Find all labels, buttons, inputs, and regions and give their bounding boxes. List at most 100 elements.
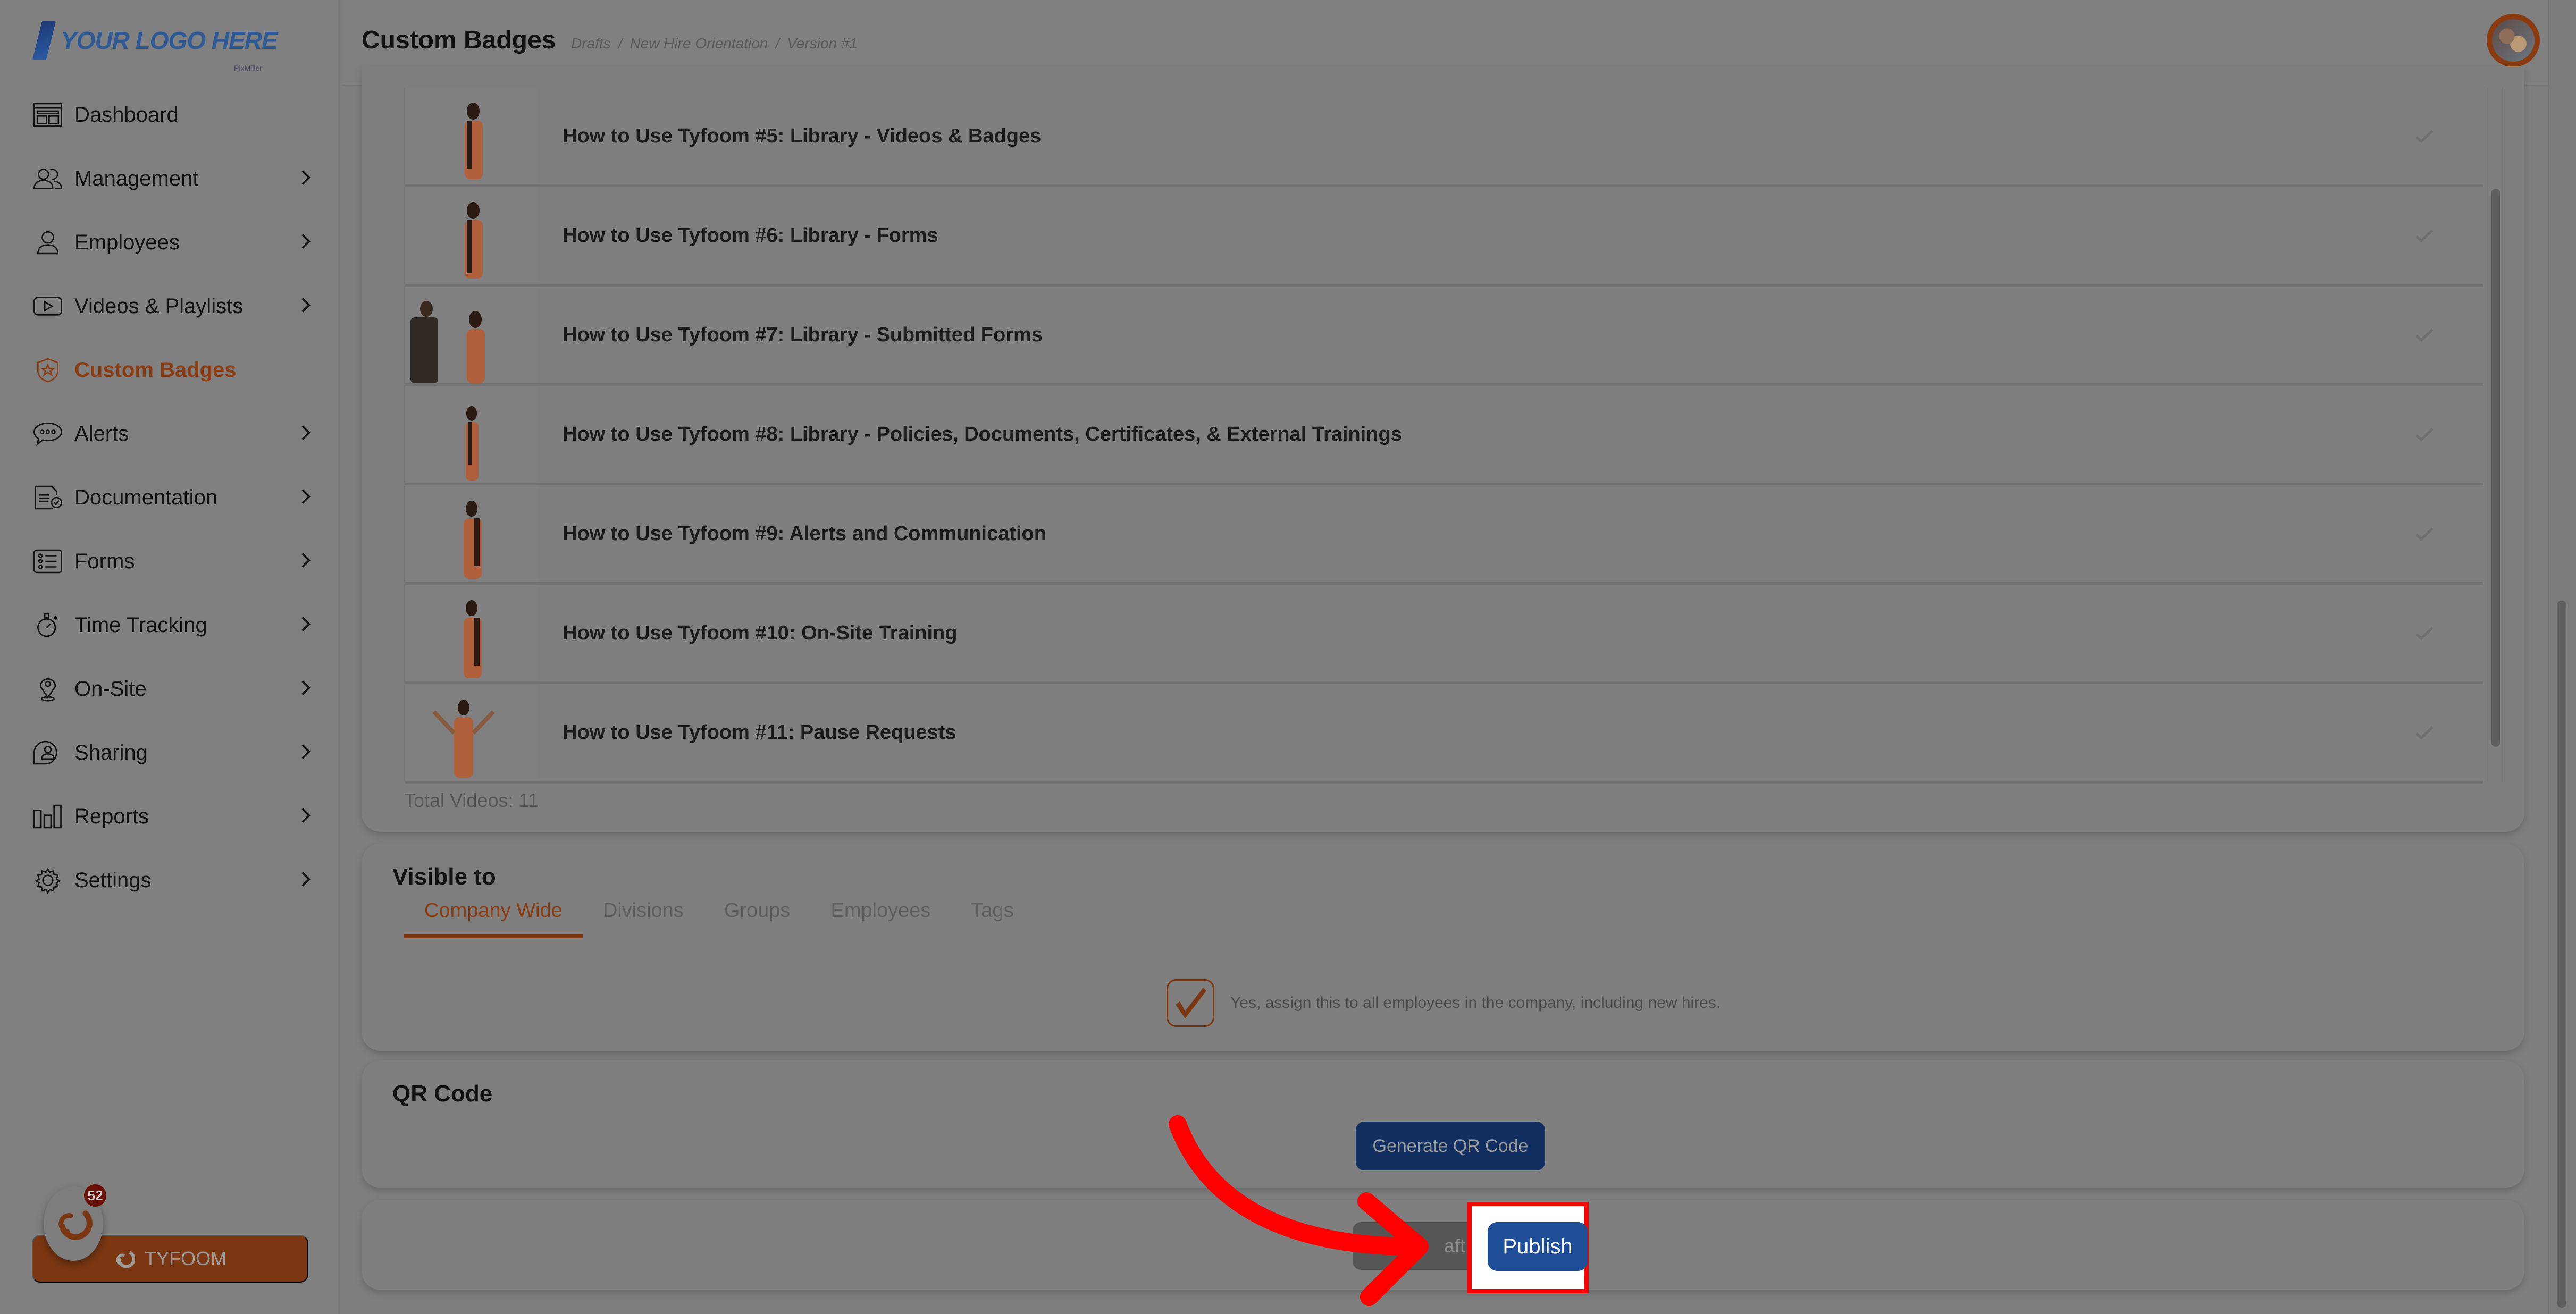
video-title: How to Use Tyfoom #6: Library - Forms bbox=[563, 224, 938, 247]
tab-employees[interactable]: Employees bbox=[810, 899, 951, 938]
company-logo[interactable]: YOUR LOGO HERE bbox=[32, 21, 278, 60]
breadcrumb-new-hire-orientation[interactable]: New Hire Orientation bbox=[630, 35, 768, 52]
visibility-tabs: Company Wide Divisions Groups Employees … bbox=[404, 899, 1034, 938]
tab-tags[interactable]: Tags bbox=[951, 899, 1034, 938]
dashboard-icon bbox=[32, 101, 64, 129]
breadcrumb-drafts[interactable]: Drafts bbox=[571, 35, 611, 52]
video-row[interactable]: How to Use Tyfoom #8: Library - Policies… bbox=[405, 386, 2483, 485]
sidebar-item-label: Forms bbox=[74, 549, 135, 573]
visible-to-title: Visible to bbox=[392, 864, 496, 890]
sidebar-item-label: Custom Badges bbox=[74, 358, 237, 382]
checkmark-icon bbox=[2409, 327, 2440, 342]
videos-card: How to Use Tyfoom #5: Library - Videos &… bbox=[362, 66, 2524, 832]
breadcrumb-version: Version #1 bbox=[787, 35, 858, 52]
logo-text: YOUR LOGO HERE bbox=[61, 27, 278, 54]
sidebar-item-videos-playlists[interactable]: Videos & Playlists bbox=[0, 274, 340, 338]
checkmark-icon bbox=[2409, 129, 2440, 144]
scrollbar-thumb[interactable] bbox=[2491, 189, 2500, 747]
video-thumbnail bbox=[405, 187, 538, 284]
tab-company-wide[interactable]: Company Wide bbox=[404, 899, 583, 938]
sidebar-item-label: Settings bbox=[74, 868, 152, 892]
tab-divisions[interactable]: Divisions bbox=[583, 899, 704, 938]
sidebar-item-alerts[interactable]: Alerts bbox=[0, 402, 340, 466]
sidebar-item-time-tracking[interactable]: Time Tracking bbox=[0, 593, 340, 657]
video-title: How to Use Tyfoom #11: Pause Requests bbox=[563, 721, 956, 744]
user-avatar[interactable] bbox=[2487, 14, 2540, 67]
badge-icon bbox=[32, 356, 64, 384]
sidebar-item-on-site[interactable]: On-Site bbox=[0, 657, 340, 721]
assign-all-option: Yes, assign this to all employees in the… bbox=[1167, 979, 1721, 1027]
sidebar-item-documentation[interactable]: Documentation bbox=[0, 466, 340, 529]
video-row[interactable]: How to Use Tyfoom #7: Library - Submitte… bbox=[405, 287, 2483, 386]
sidebar-item-reports[interactable]: Reports bbox=[0, 785, 340, 848]
page-scrollbar[interactable] bbox=[2548, 0, 2576, 1314]
video-row[interactable]: How to Use Tyfoom #9: Alerts and Communi… bbox=[405, 485, 2483, 585]
chevron-right-icon bbox=[298, 677, 314, 701]
sidebar-item-label: Management bbox=[74, 166, 199, 190]
video-title: How to Use Tyfoom #8: Library - Policies… bbox=[563, 423, 1402, 445]
video-thumbnail bbox=[405, 585, 538, 681]
publish-button[interactable]: Publish bbox=[1488, 1222, 1588, 1271]
sidebar-item-label: Videos & Playlists bbox=[74, 294, 244, 318]
sidebar-item-management[interactable]: Management bbox=[0, 147, 340, 210]
tab-groups[interactable]: Groups bbox=[704, 899, 811, 938]
chevron-right-icon bbox=[298, 167, 314, 191]
sidebar-item-dashboard[interactable]: Dashboard bbox=[0, 83, 340, 147]
sidebar-item-forms[interactable]: Forms bbox=[0, 529, 340, 593]
sidebar-item-settings[interactable]: Settings bbox=[0, 848, 340, 912]
page-title: Custom Badges bbox=[362, 26, 556, 54]
list-icon bbox=[32, 548, 64, 575]
total-videos-count: Total Videos: 11 bbox=[404, 789, 539, 811]
video-title: How to Use Tyfoom #7: Library - Submitte… bbox=[563, 323, 1043, 346]
sidebar-item-label: Employees bbox=[74, 230, 180, 254]
actions-card: aft Publish bbox=[362, 1200, 2524, 1293]
video-icon bbox=[32, 292, 64, 320]
checkmark-icon bbox=[2409, 427, 2440, 442]
checkmark-icon bbox=[1176, 988, 1206, 1018]
chevron-right-icon bbox=[298, 805, 314, 829]
sidebar-item-label: Sharing bbox=[74, 740, 148, 764]
stopwatch-icon bbox=[32, 611, 64, 639]
sidebar-item-label: Documentation bbox=[74, 485, 218, 509]
chevron-right-icon bbox=[298, 613, 314, 637]
notification-count-badge: 52 bbox=[84, 1184, 106, 1207]
checkmark-icon bbox=[2409, 626, 2440, 641]
sidebar-item-sharing[interactable]: Sharing bbox=[0, 721, 340, 785]
bar-chart-icon bbox=[32, 803, 64, 830]
video-row[interactable]: How to Use Tyfoom #5: Library - Videos &… bbox=[405, 88, 2483, 187]
chat-icon bbox=[32, 420, 64, 448]
gear-icon bbox=[32, 866, 64, 894]
save-draft-button[interactable]: aft bbox=[1353, 1222, 1480, 1270]
chevron-right-icon bbox=[298, 550, 314, 574]
logo-credit: PixMiller bbox=[234, 64, 262, 72]
chevron-right-icon bbox=[298, 231, 314, 255]
video-row[interactable]: How to Use Tyfoom #11: Pause Requests bbox=[405, 684, 2483, 784]
chevron-right-icon bbox=[298, 422, 314, 446]
chevron-right-icon bbox=[298, 741, 314, 765]
sidebar-item-label: Dashboard bbox=[74, 103, 179, 127]
chevron-right-icon bbox=[298, 869, 314, 892]
video-thumbnail bbox=[405, 287, 538, 383]
generate-qr-code-button[interactable]: Generate QR Code bbox=[1356, 1122, 1545, 1170]
qr-code-card: QR Code Generate QR Code bbox=[362, 1060, 2524, 1188]
breadcrumb-separator: / bbox=[775, 35, 780, 52]
video-row[interactable]: How to Use Tyfoom #6: Library - Forms bbox=[405, 187, 2483, 287]
checkmark-icon bbox=[2409, 228, 2440, 243]
location-pin-icon bbox=[32, 675, 64, 703]
tyfoom-logo-icon bbox=[58, 1210, 93, 1240]
sidebar-item-custom-badges[interactable]: Custom Badges bbox=[0, 338, 340, 402]
video-list-scrollbar[interactable] bbox=[2487, 88, 2503, 782]
video-thumbnail bbox=[405, 684, 538, 781]
sidebar-item-label: Alerts bbox=[74, 422, 129, 445]
breadcrumb-separator: / bbox=[618, 35, 623, 52]
sidebar: YOUR LOGO HERE PixMiller Dashboard Manag… bbox=[0, 0, 340, 1314]
breadcrumb: Drafts / New Hire Orientation / Version … bbox=[571, 35, 858, 52]
assign-all-checkbox[interactable] bbox=[1167, 979, 1214, 1027]
chevron-right-icon bbox=[298, 486, 314, 510]
tyfoom-swirl-icon bbox=[116, 1251, 135, 1268]
page-scrollbar-thumb[interactable] bbox=[2557, 601, 2566, 1308]
video-row[interactable]: How to Use Tyfoom #10: On-Site Training bbox=[405, 585, 2483, 684]
sidebar-item-employees[interactable]: Employees bbox=[0, 210, 340, 274]
chevron-right-icon bbox=[298, 294, 314, 318]
logo-mark-icon bbox=[32, 21, 56, 60]
